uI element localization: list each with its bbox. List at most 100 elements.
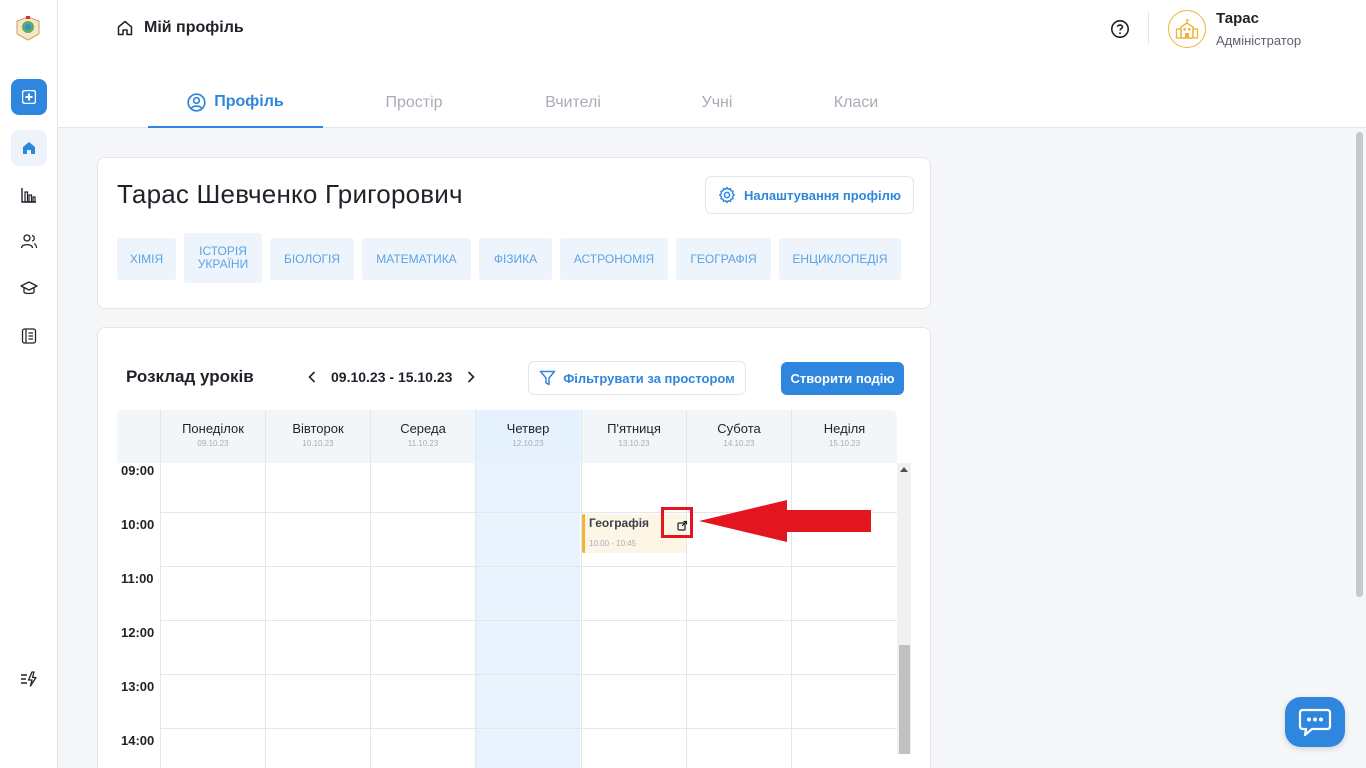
annotation-arrow-icon (699, 500, 871, 542)
top-header: Мій профіль Тарас Адміністратор Профіль … (58, 0, 1366, 128)
user-name[interactable]: Тарас (1216, 10, 1259, 27)
prev-week-chevron-icon[interactable] (305, 368, 319, 386)
schedule-title: Розклад уроків (126, 367, 254, 386)
day-column-header: Четвер 12.10.23 (475, 410, 580, 463)
subject-chip[interactable]: Хімія (117, 238, 176, 280)
sidebar-item-journal[interactable] (11, 318, 47, 354)
subject-chips: Хімія Історія України Біологія Математик… (117, 233, 901, 283)
chat-icon (1298, 708, 1332, 737)
subject-chip[interactable]: Астрономія (560, 238, 668, 280)
filter-by-space-button[interactable]: Фільтрувати за простором (528, 361, 746, 395)
sidebar-item-courses[interactable] (11, 270, 47, 306)
day-column-header: Понеділок 09.10.23 (160, 410, 265, 463)
day-name: Середа (400, 421, 446, 436)
subject-chip[interactable]: Математика (362, 238, 471, 280)
day-date: 15.10.23 (828, 439, 861, 448)
day-name: Понеділок (182, 421, 244, 436)
day-name: Субота (717, 421, 761, 436)
create-event-button[interactable]: Створити подію (781, 362, 904, 395)
grid-row-line (160, 674, 897, 675)
support-chat-button[interactable] (1285, 697, 1345, 747)
lightning-menu-icon (21, 671, 37, 687)
sidebar-item-analytics[interactable] (11, 177, 47, 213)
day-column-header: Середа 11.10.23 (370, 410, 475, 463)
schedule-days-header: Понеділок 09.10.23 Вівторок 10.10.23 Середа 1… (117, 410, 897, 463)
week-navigation: 09.10.23 - 15.10.23 (305, 368, 478, 386)
day-column-header: Субота 14.10.23 (686, 410, 791, 463)
day-date: 12.10.23 (512, 439, 544, 448)
subject-chip[interactable]: Біологія (270, 238, 354, 280)
bar-chart-icon (21, 188, 36, 203)
user-role: Адміністратор (1216, 33, 1302, 48)
page-scrollbar-thumb[interactable] (1356, 132, 1363, 597)
journal-icon (21, 328, 37, 344)
gear-icon (719, 186, 736, 204)
tab-label: Учні (701, 94, 733, 111)
grid-column-line (581, 463, 582, 768)
subject-chip[interactable]: Історія України (184, 233, 262, 283)
graduation-cap-icon (20, 281, 38, 295)
grid-row-line (160, 728, 897, 729)
profile-settings-button[interactable]: Налаштування профілю (705, 176, 914, 214)
sidebar-item-home[interactable] (11, 130, 47, 166)
time-label: 12:00 (121, 625, 155, 640)
tab-classes[interactable]: Класи (793, 78, 919, 128)
annotation-highlight-box (661, 507, 693, 538)
sidebar-item-users[interactable] (11, 223, 47, 259)
grid-row-line (160, 620, 897, 621)
header-divider (1148, 12, 1149, 44)
users-icon (20, 234, 38, 249)
next-week-chevron-icon[interactable] (464, 368, 478, 386)
profile-full-name: Тарас Шевченко Григорович (117, 179, 463, 209)
day-name: Четвер (506, 421, 550, 436)
day-date: 11.10.23 (407, 439, 439, 448)
schedule-card: Розклад уроків 09.10.23 - 15.10.23 Фільт… (97, 327, 931, 768)
day-column-header: П'ятниця 13.10.23 (581, 410, 686, 463)
page-scrollbar[interactable] (1352, 128, 1366, 768)
help-icon[interactable] (1110, 19, 1130, 39)
grid-column-line (475, 463, 476, 768)
subject-chip[interactable]: Фізика (479, 238, 552, 280)
day-date: 13.10.23 (618, 439, 650, 448)
day-column-header: Неділя 15.10.23 (791, 410, 897, 463)
day-name: Вівторок (292, 421, 344, 436)
schedule-scrollbar-thumb[interactable] (899, 645, 910, 754)
day-column-header: Вівторок 10.10.23 (265, 410, 370, 463)
scroll-up-arrow-icon[interactable] (900, 467, 908, 472)
settings-label: Налаштування профілю (744, 187, 901, 203)
tab-label: Профіль (214, 93, 284, 110)
tab-teachers[interactable]: Вчителі (505, 78, 641, 128)
grid-column-line (265, 463, 266, 768)
time-label: 13:00 (121, 679, 155, 694)
sidebar-collapse-button[interactable] (11, 661, 47, 697)
tab-space[interactable]: Простір (323, 78, 505, 128)
week-range: 09.10.23 - 15.10.23 (331, 369, 453, 385)
day-date: 14.10.23 (723, 439, 755, 448)
day-name: П'ятниця (607, 421, 661, 436)
day-date: 10.10.23 (302, 439, 334, 448)
home-outline-icon[interactable] (116, 19, 134, 37)
grid-row-line (160, 566, 897, 567)
user-circle-icon (187, 92, 206, 112)
tab-label: Класи (833, 94, 879, 111)
school-logo-icon[interactable] (14, 14, 42, 42)
subject-chip[interactable]: Енциклопедія (779, 238, 901, 280)
subject-chip[interactable]: Географія (676, 238, 771, 280)
grid-column-line (370, 463, 371, 768)
time-label: 14:00 (121, 733, 155, 748)
sidebar (0, 0, 58, 768)
filter-label: Фільтрувати за простором (563, 370, 735, 386)
time-label: 09:00 (121, 463, 155, 478)
sidebar-add-button[interactable] (11, 79, 47, 115)
event-time: 10:00 - 10:45 (589, 539, 637, 548)
tab-profile[interactable]: Профіль (148, 78, 323, 128)
tab-label: Вчителі (545, 94, 601, 111)
user-avatar[interactable] (1168, 10, 1206, 48)
time-label: 10:00 (121, 517, 155, 532)
schedule-scrollbar[interactable] (897, 463, 911, 754)
tab-students[interactable]: Учні (641, 78, 793, 128)
time-label: 11:00 (121, 571, 154, 586)
school-building-icon (1175, 19, 1199, 39)
today-column (475, 463, 580, 768)
grid-column-line (160, 463, 161, 768)
